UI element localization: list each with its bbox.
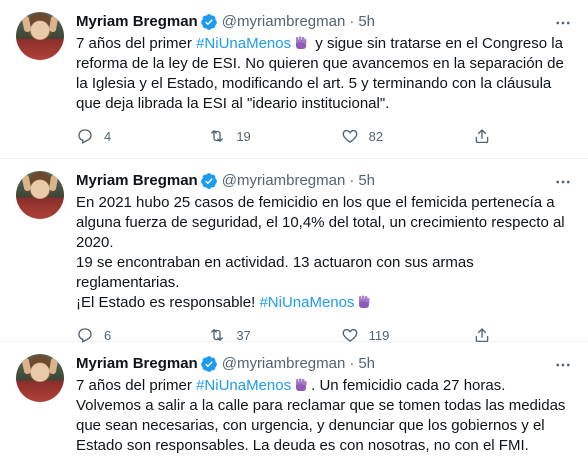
tweet-text: 7 años del primer #NiUnaMenos y sigue si… [76,34,572,114]
heart-icon [342,129,358,143]
author-name[interactable]: Myriam Bregman [76,171,198,191]
tweet-actions: 4 19 82 [76,126,501,146]
purple-fist-emoji-icon [293,35,309,51]
author-name[interactable]: Myriam Bregman [76,12,198,32]
tweet-content: Myriam Bregman @myriambregman · 5h En 20… [76,171,572,343]
tweet[interactable]: Myriam Bregman @myriambregman · 5h En 20… [0,159,588,343]
more-icon[interactable] [554,356,572,374]
reply-icon [78,129,92,144]
tweet-header: Myriam Bregman @myriambregman · 5h [76,12,572,32]
avatar[interactable] [16,171,64,219]
avatar[interactable] [16,354,64,402]
author-handle[interactable]: @myriambregman [222,354,346,374]
tweet-feed: Myriam Bregman @myriambregman · 5h 7 año… [0,0,588,459]
text-segment: 7 años del primer [76,35,197,52]
text-segment: ¡El Estado es responsable! [76,294,260,311]
tweet-time[interactable]: 5h [358,354,375,374]
like-count: 119 [368,327,390,343]
text-paragraph: En 2021 hubo 25 casos de femicidio en lo… [76,194,565,251]
text-segment: 7 años del primer [76,377,197,394]
separator-dot: · [349,355,355,372]
separator-dot: · [349,172,355,189]
avatar-column [16,171,64,341]
avatar-column [16,12,64,158]
tweet-time[interactable]: 5h [358,12,375,32]
retweet-button[interactable]: 19 [208,127,268,145]
tweet-text: En 2021 hubo 25 casos de femicidio en lo… [76,193,572,313]
reply-count: 6 [104,327,112,343]
retweet-count: 37 [236,327,251,343]
verified-badge-icon [200,355,218,373]
text-paragraph: ¡El Estado es responsable! #NiUnaMenos [76,293,572,313]
separator-dot: · [349,13,355,30]
tweet-content: Myriam Bregman @myriambregman · 5h 7 año… [76,354,572,459]
retweet-icon [211,130,224,142]
purple-fist-emoji-icon [293,377,309,393]
verified-badge-icon [200,13,218,31]
tweet-header: Myriam Bregman @myriambregman · 5h [76,171,572,191]
reply-button[interactable]: 4 [76,127,136,145]
tweet-time[interactable]: 5h [358,171,375,191]
purple-fist-emoji-icon [356,294,372,310]
tweet-header: Myriam Bregman @myriambregman · 5h [76,354,572,374]
hashtag-link[interactable]: #NiUnaMenos [259,294,354,311]
hashtag-link[interactable]: #NiUnaMenos [196,377,291,394]
like-count: 82 [368,128,384,144]
avatar[interactable] [16,12,64,60]
avatar-column [16,354,64,459]
tweet[interactable]: Myriam Bregman @myriambregman · 5h 7 año… [0,0,588,159]
reply-count: 4 [104,128,112,144]
author-handle[interactable]: @myriambregman [222,12,346,32]
more-icon[interactable] [554,14,572,32]
tweet-content: Myriam Bregman @myriambregman · 5h 7 año… [76,12,572,158]
share-icon [475,129,489,144]
share-button[interactable] [473,127,501,145]
tweet-text: 7 años del primer #NiUnaMenos. Un femici… [76,376,572,456]
text-paragraph: 19 se encontraban en actividad. 13 actua… [76,254,474,291]
author-name[interactable]: Myriam Bregman [76,354,198,374]
more-icon[interactable] [554,173,572,191]
author-handle[interactable]: @myriambregman [222,171,346,191]
verified-badge-icon [200,172,218,190]
hashtag-link[interactable]: #NiUnaMenos [196,35,291,52]
retweet-count: 19 [236,128,251,144]
tweet[interactable]: Myriam Bregman @myriambregman · 5h 7 año… [0,342,588,459]
like-button[interactable]: 82 [341,127,401,145]
